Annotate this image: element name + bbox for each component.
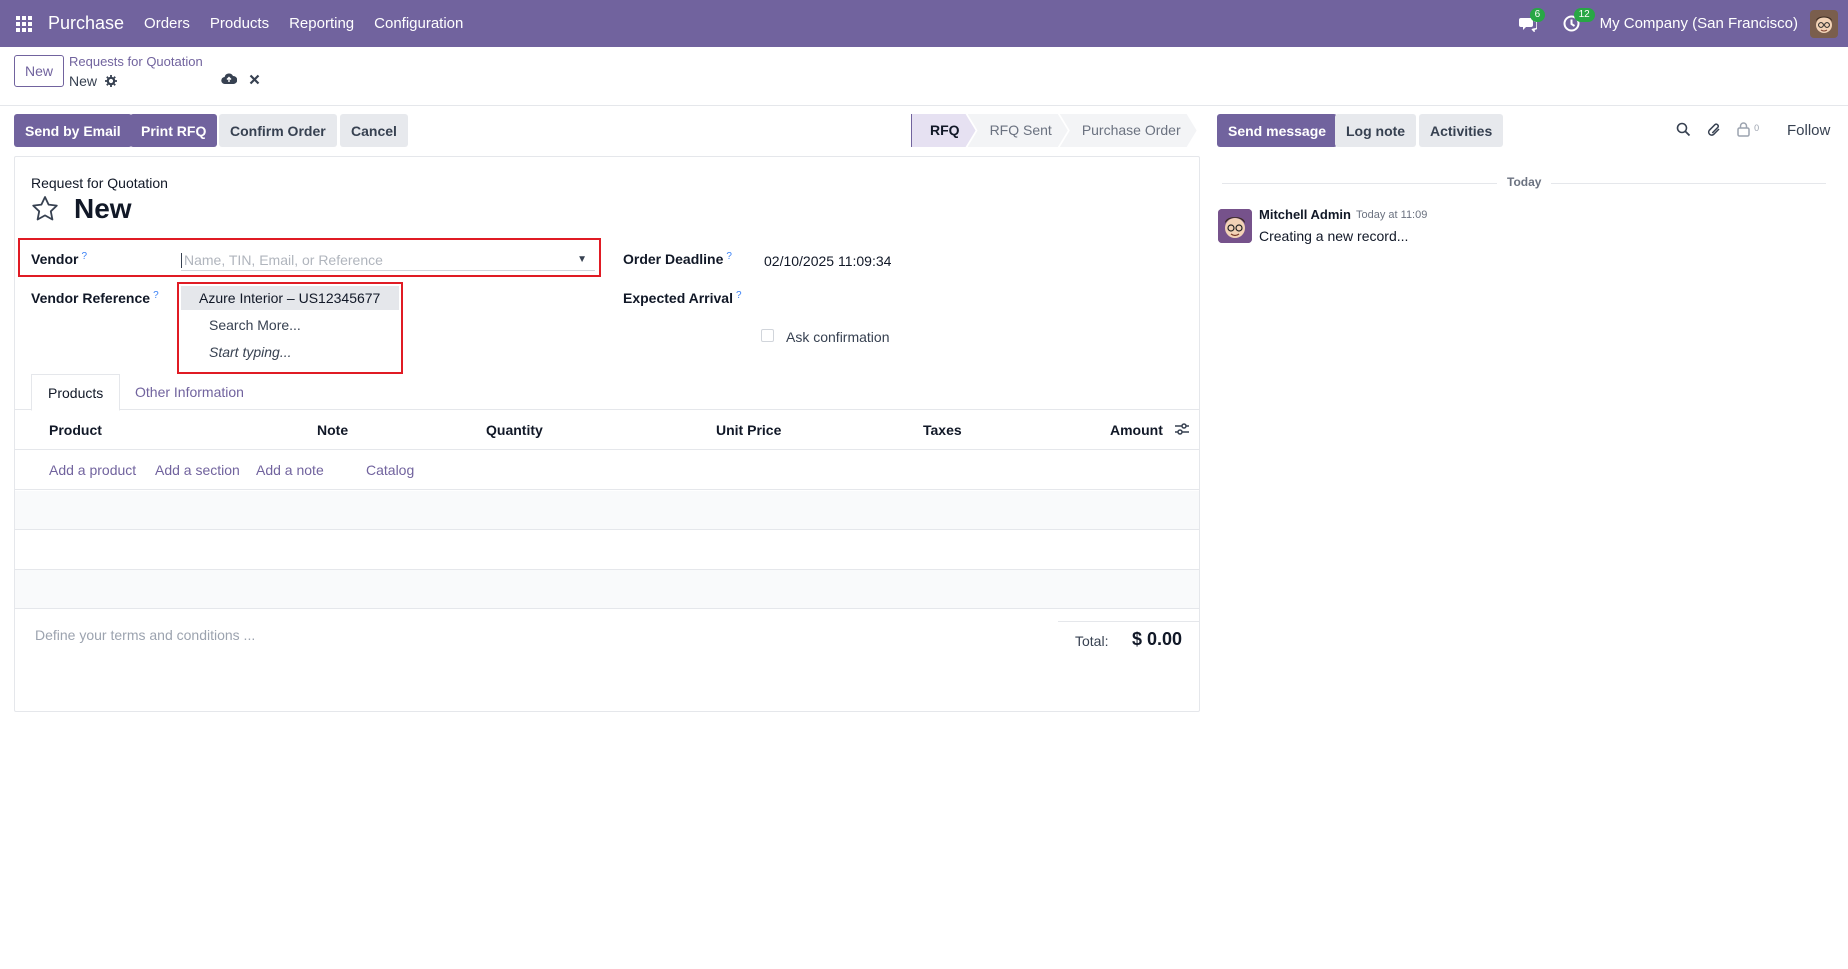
message-author-avatar[interactable] [1218, 209, 1252, 243]
ask-confirmation-label: Ask confirmation [786, 329, 890, 345]
messages-count-badge: 6 [1529, 8, 1546, 22]
vendor-placeholder: Name, TIN, Email, or Reference [184, 252, 383, 268]
tab-products[interactable]: Products [31, 374, 121, 411]
record-name-label: New [69, 73, 98, 89]
record-title: New [74, 193, 132, 224]
new-record-button[interactable]: New [14, 55, 65, 87]
chevron-down-icon[interactable]: ▼ [577, 254, 587, 265]
dropdown-search-more[interactable]: Search More... [181, 313, 399, 337]
add-line-row: Add a product Add a section Add a note C… [15, 451, 1199, 490]
vendor-autocomplete-dropdown: Azure Interior – US12345677 Search More.… [177, 282, 403, 374]
search-icon[interactable] [1676, 122, 1691, 141]
help-icon[interactable]: ? [726, 251, 732, 262]
confirm-order-button[interactable]: Confirm Order [219, 114, 337, 147]
vendor-input[interactable]: Name, TIN, Email, or Reference ▼ [181, 252, 595, 271]
column-product[interactable]: Product [49, 422, 102, 438]
column-taxes[interactable]: Taxes [923, 422, 962, 438]
add-note-link[interactable]: Add a note [256, 462, 324, 478]
form-sheet: Request for Quotation New Vendor? Name, … [14, 156, 1200, 712]
ask-confirmation-checkbox[interactable] [761, 329, 774, 342]
send-by-email-button[interactable]: Send by Email [14, 114, 132, 147]
followers-lock-icon[interactable]: 0 [1737, 122, 1759, 141]
help-icon[interactable]: ? [736, 290, 742, 301]
help-icon[interactable]: ? [153, 290, 159, 301]
paperclip-icon[interactable] [1707, 122, 1722, 142]
stage-rfq[interactable]: RFQ [911, 114, 976, 147]
app-name[interactable]: Purchase [48, 13, 124, 34]
document-type-label: Request for Quotation [31, 175, 168, 191]
record-name: New [69, 73, 118, 89]
message-author[interactable]: Mitchell Admin [1259, 207, 1351, 222]
user-avatar[interactable] [1810, 9, 1838, 38]
activities-button[interactable]: 12 [1550, 0, 1595, 47]
activities-count-badge: 12 [1573, 8, 1595, 22]
message-body: Creating a new record... [1259, 228, 1409, 244]
vendor-reference-label: Vendor Reference? [31, 290, 159, 306]
total-separator [1058, 621, 1199, 622]
vendor-label: Vendor? [31, 251, 88, 267]
discard-close-icon[interactable] [249, 72, 260, 88]
cloud-save-icon[interactable] [221, 72, 238, 88]
optional-columns-icon[interactable] [1175, 422, 1189, 438]
gear-icon[interactable] [105, 75, 118, 87]
company-switcher[interactable]: My Company (San Francisco) [1600, 15, 1798, 32]
message-date: Today at 11:09 [1356, 209, 1428, 221]
column-note[interactable]: Note [317, 422, 348, 438]
empty-row [15, 570, 1199, 609]
activities-button[interactable]: Activities [1419, 114, 1504, 147]
app-switcher-icon[interactable] [0, 0, 48, 47]
column-unit-price[interactable]: Unit Price [716, 422, 781, 438]
total-label: Total: [1075, 633, 1109, 649]
help-icon[interactable]: ? [81, 251, 87, 262]
status-bar: RFQ RFQ Sent Purchase Order [911, 114, 1189, 147]
stage-purchase-order[interactable]: Purchase Order [1060, 114, 1197, 147]
notebook-tabs: Products Other Information [15, 374, 1199, 411]
column-quantity[interactable]: Quantity [486, 422, 543, 438]
order-deadline-field[interactable]: 02/10/2025 11:09:34 [764, 253, 891, 269]
empty-row [15, 491, 1199, 530]
menu-products[interactable]: Products [200, 15, 279, 32]
order-deadline-label: Order Deadline? [623, 251, 732, 267]
send-message-button[interactable]: Send message [1217, 114, 1338, 147]
terms-and-conditions-field[interactable]: Define your terms and conditions ... [35, 627, 255, 643]
print-rfq-button[interactable]: Print RFQ [130, 114, 218, 147]
log-note-button[interactable]: Log note [1335, 114, 1417, 147]
star-icon[interactable] [31, 195, 59, 228]
empty-row [15, 531, 1199, 570]
menu-configuration[interactable]: Configuration [364, 15, 473, 32]
top-navbar: Purchase Orders Products Reporting Confi… [0, 0, 1848, 47]
followers-count: 0 [1754, 123, 1760, 133]
menu-orders[interactable]: Orders [134, 15, 200, 32]
order-lines-header: Product Note Quantity Unit Price Taxes A… [15, 410, 1199, 450]
catalog-link[interactable]: Catalog [366, 462, 414, 478]
add-product-link[interactable]: Add a product [49, 462, 136, 478]
breadcrumb-rfq[interactable]: Requests for Quotation [69, 54, 203, 69]
control-panel: New Requests for Quotation New [0, 47, 1848, 106]
add-section-link[interactable]: Add a section [155, 462, 240, 478]
total-amount: $ 0.00 [1132, 629, 1183, 649]
cancel-button[interactable]: Cancel [340, 114, 408, 147]
tab-other-information[interactable]: Other Information [119, 374, 260, 411]
expected-arrival-label: Expected Arrival? [623, 290, 742, 306]
dropdown-start-typing: Start typing... [209, 344, 292, 360]
menu-reporting[interactable]: Reporting [279, 15, 364, 32]
stage-rfq-sent[interactable]: RFQ Sent [968, 114, 1068, 147]
column-amount[interactable]: Amount [1110, 422, 1163, 438]
day-separator-label: Today [1497, 175, 1552, 189]
dropdown-option-azure-interior[interactable]: Azure Interior – US12345677 [181, 286, 399, 310]
messaging-button[interactable]: 6 [1506, 0, 1550, 47]
follow-button[interactable]: Follow [1787, 122, 1830, 139]
